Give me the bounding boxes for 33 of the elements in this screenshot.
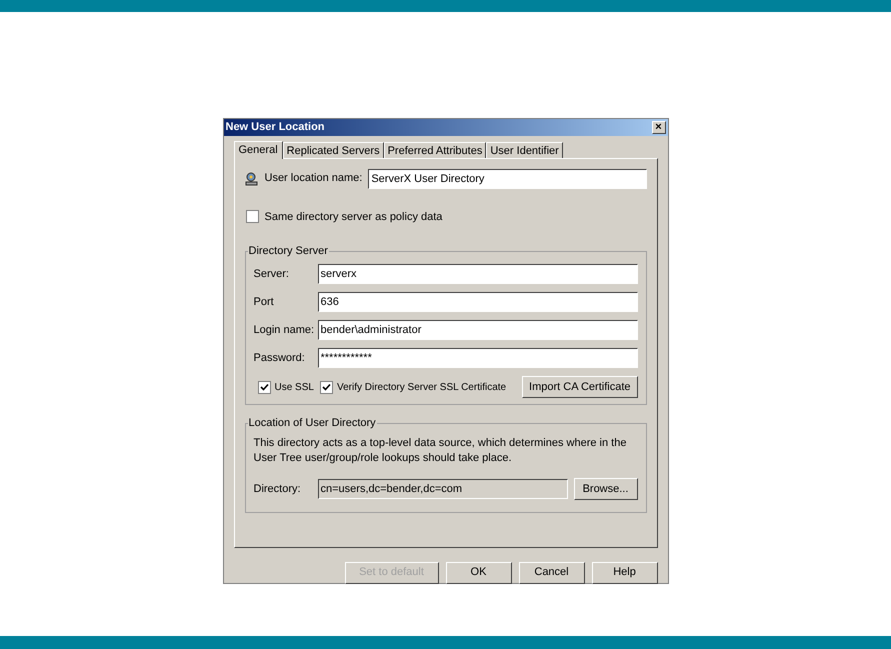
dialog-button[interactable]: Help [592, 562, 658, 584]
dialog-button[interactable]: OK [446, 562, 512, 584]
text-field[interactable]: ************ [318, 348, 638, 368]
tab[interactable]: User Identifier [486, 142, 563, 158]
tab[interactable]: General [234, 140, 283, 158]
tab[interactable]: Replicated Servers [282, 142, 384, 158]
checkbox[interactable] [320, 380, 333, 394]
checkmark-icon [260, 382, 268, 392]
close-button[interactable]: × [652, 120, 666, 134]
text-field[interactable]: serverx [318, 264, 638, 284]
import-button[interactable]: Import CA Certificate [522, 376, 638, 398]
window-title: New User Location [226, 120, 325, 135]
field-label: Password: [254, 350, 306, 366]
field-label: Server: [254, 266, 290, 282]
dialog-button[interactable]: Cancel [518, 562, 584, 584]
text-field[interactable]: 636 [318, 292, 638, 312]
tab[interactable]: Preferred Attributes [384, 142, 486, 158]
field-label: Login name: [254, 322, 316, 338]
group-title: Directory Server [248, 245, 329, 257]
checkbox-label: Use SSL [274, 380, 314, 394]
checkbox[interactable] [246, 210, 258, 224]
description-text: This directory acts as a top-level data source, which determines where in the User Tree user/group/role lookups should take place. [254, 436, 628, 466]
checkbox-label: Verify Directory Server SSL Certificate [336, 380, 506, 394]
field-label: Port [254, 294, 275, 310]
checkbox-label: Same directory server as policy data [264, 210, 442, 224]
checkbox[interactable] [258, 380, 270, 394]
text-field[interactable]: bender\administrator [318, 320, 638, 340]
group-title: Location of User Directory [248, 417, 377, 429]
checkmark-icon [322, 382, 331, 392]
field-label: User location name: [264, 171, 362, 186]
field-label: Directory: [254, 482, 302, 497]
text-field[interactable]: ServerX User Directory [368, 168, 646, 188]
user-location-icon [244, 172, 258, 186]
